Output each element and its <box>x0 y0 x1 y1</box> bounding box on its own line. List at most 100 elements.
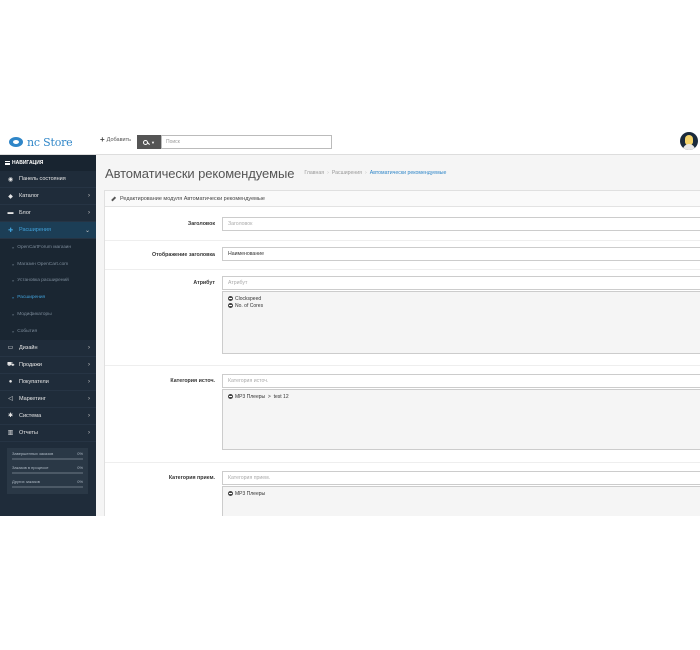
list-item: MP3 Плееры <box>228 490 696 497</box>
book-icon: ▬ <box>7 210 14 216</box>
attribute-list: Clockspeed No. of Cores <box>222 291 700 354</box>
sidebar-subitem-installer[interactable]: » Установка расширений <box>0 272 96 290</box>
chevron-right-icon: › <box>88 395 90 402</box>
sidebar-item-customers[interactable]: ● Покупатели › <box>0 374 96 391</box>
sidebar-item-label: Дизайн <box>19 344 38 351</box>
chevron-right-icon: › <box>88 412 90 419</box>
logo-text: nc Store <box>27 135 73 149</box>
sidebar-subitem-opencart-store[interactable]: » Магазин OpenCart.com <box>0 255 96 273</box>
sidebar-subitem-label: Магазин OpenCart.com <box>17 261 69 267</box>
chevron-right-icon: › <box>88 378 90 385</box>
sidebar-subitem-label: Модификаторы <box>17 312 52 318</box>
list-item-label: MP3 Плееры <box>235 490 266 497</box>
sidebar-subitem-modifications[interactable]: » Модификаторы <box>0 306 96 323</box>
breadcrumb-current[interactable]: Автоматически рекомендуемые <box>370 170 447 176</box>
share-icon: ◁ <box>8 396 13 403</box>
breadcrumb-extensions[interactable]: Расширения <box>332 170 362 176</box>
progress-label: Завершенных заказов <box>12 451 54 456</box>
bullet-icon: » <box>12 244 15 250</box>
heading-label: Заголовок <box>187 221 215 227</box>
breadcrumb-separator: › <box>327 170 329 176</box>
category-target-input[interactable]: Категория прием. <box>222 471 700 485</box>
sidebar: НАВИГАЦИЯ ◉ Панель состояния ◆ Каталог ›… <box>0 155 96 516</box>
list-item-label: MP3 Плееры > test 12 <box>235 393 289 400</box>
bar-chart-icon: ▥ <box>7 430 14 437</box>
sidebar-item-catalog[interactable]: ◆ Каталог › <box>0 188 96 205</box>
add-button[interactable]: + Добавить <box>100 136 131 144</box>
sidebar-item-label: Каталог <box>19 193 39 199</box>
heading-display-select[interactable]: Наименование <box>222 247 700 261</box>
list-item-label: No. of Cores <box>235 302 264 309</box>
heading-input[interactable]: Заголовок <box>222 217 700 231</box>
chevron-down-icon: ⌄ <box>84 227 90 234</box>
list-item: Clockspeed <box>228 295 696 302</box>
remove-circle-icon[interactable] <box>228 491 233 496</box>
navigation-title-label: НАВИГАЦИЯ <box>12 160 44 166</box>
form-group-heading-display: Отображение заголовка Наименование <box>105 241 700 270</box>
remove-circle-icon[interactable] <box>228 303 233 308</box>
app-window: nc Store + Добавить ▼ Поиск НАВИГАЦИЯ ◉ … <box>0 128 700 516</box>
sidebar-item-system[interactable]: ✱ Система › <box>0 408 96 425</box>
page-title: Автоматически рекомендуемые <box>105 165 295 181</box>
category-target-label: Категория прием. <box>168 475 215 481</box>
logo[interactable]: nc Store <box>9 134 73 150</box>
progress-label: Других заказов <box>12 479 40 484</box>
list-item: No. of Cores <box>228 302 696 309</box>
sidebar-subitem-opencartforum[interactable]: » OpenCartForum магазин <box>0 239 96 256</box>
progress-value: 0% <box>77 451 83 456</box>
monitor-icon: ▭ <box>7 345 14 352</box>
sidebar-item-label: Панель состояния <box>19 176 66 182</box>
add-button-label: Добавить <box>106 137 131 143</box>
chevron-right-icon: › <box>88 429 90 436</box>
navigation-title: НАВИГАЦИЯ <box>0 155 96 171</box>
user-icon: ● <box>8 378 13 385</box>
sidebar-subitem-label: События <box>17 328 38 334</box>
sidebar-item-reports[interactable]: ▥ Отчеты › <box>0 425 96 442</box>
chevron-right-icon: › <box>88 344 90 351</box>
remove-circle-icon[interactable] <box>228 296 233 301</box>
form-group-category-target: Категория прием. Категория прием. MP3 Пл… <box>105 463 700 516</box>
attribute-input[interactable]: Атрибут <box>222 276 700 290</box>
sidebar-item-dashboard[interactable]: ◉ Панель состояния <box>0 171 96 188</box>
progress-label: Заказов в процессе <box>12 465 49 470</box>
gear-icon: ✱ <box>7 413 14 420</box>
sidebar-item-blog[interactable]: ▬ Блог › <box>0 205 96 222</box>
bullet-icon: » <box>12 312 15 318</box>
edit-module-panel: Редактирование модуля Автоматически реко… <box>104 190 700 516</box>
progress-value: 0% <box>77 465 83 470</box>
pencil-icon <box>111 196 116 201</box>
sidebar-item-extensions[interactable]: ✚ Расширения ⌄ <box>0 222 96 239</box>
breadcrumb: Главная › Расширения › Автоматически рек… <box>304 170 446 176</box>
sidebar-subitem-extensions[interactable]: » Расширения <box>0 289 96 307</box>
heading-display-label: Отображение заголовка <box>152 252 215 258</box>
sidebar-item-marketing[interactable]: ◁ Маркетинг › <box>0 391 96 408</box>
sidebar-subitem-events[interactable]: » События <box>0 322 96 340</box>
form-group-category-source: Категория источ. Категория источ. MP3 Пл… <box>105 366 700 463</box>
caret-down-icon: ▼ <box>151 139 155 145</box>
search-input[interactable]: Поиск <box>161 135 332 149</box>
bullet-icon: » <box>12 261 15 267</box>
panel-heading: Редактирование модуля Автоматически реко… <box>105 191 700 207</box>
sidebar-subitem-label: Расширения <box>17 295 46 301</box>
logo-icon <box>9 135 25 149</box>
list-item: MP3 Плееры > test 12 <box>228 393 696 400</box>
bullet-icon: » <box>12 278 15 284</box>
search-icon <box>143 139 149 145</box>
category-source-list: MP3 Плееры > test 12 <box>222 389 700 450</box>
chevron-right-icon: › <box>88 361 90 368</box>
bullet-icon: » <box>12 328 15 334</box>
chevron-right-icon: › <box>88 210 90 216</box>
breadcrumb-separator: › <box>365 170 367 176</box>
sidebar-item-sales[interactable]: ⛟ Продажи › <box>0 357 96 374</box>
sidebar-item-design[interactable]: ▭ Дизайн › <box>0 340 96 357</box>
puzzle-icon: ✚ <box>7 227 14 234</box>
sidebar-item-label: Покупатели <box>19 378 49 385</box>
breadcrumb-home[interactable]: Главная <box>304 170 324 176</box>
progress-bar <box>12 486 83 488</box>
progress-row: Завершенных заказов 0% <box>12 451 83 465</box>
search-dropdown-button[interactable]: ▼ <box>137 135 161 149</box>
category-source-input[interactable]: Категория источ. <box>222 374 700 388</box>
remove-circle-icon[interactable] <box>228 394 233 399</box>
avatar[interactable] <box>680 132 698 150</box>
order-progress-panel: Завершенных заказов 0% Заказов в процессе… <box>7 448 88 494</box>
